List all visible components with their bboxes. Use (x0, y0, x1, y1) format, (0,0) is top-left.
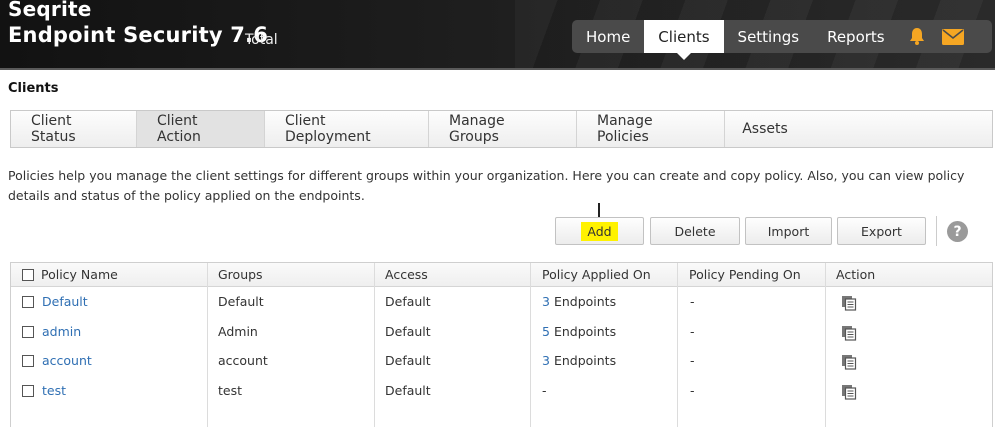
tab-client-deployment[interactable]: Client Deployment (265, 111, 429, 147)
client-tabs: Client Status Client Action Client Deplo… (10, 110, 993, 148)
policy-access: Default (385, 353, 431, 368)
table-header: Policy Name Groups Access Policy Applied… (11, 263, 992, 287)
copy-policy-icon[interactable] (841, 295, 857, 311)
col-policy-name[interactable]: Policy Name (31, 263, 118, 286)
nav-clients[interactable]: Clients (644, 20, 724, 60)
table-row: account account Default 3 Endpoints - (11, 346, 992, 376)
policy-group: account (218, 353, 268, 368)
applied-label: Endpoints (553, 324, 617, 339)
bell-icon (909, 28, 924, 45)
row-checkbox[interactable] (22, 296, 34, 308)
text-cursor (598, 203, 600, 217)
copy-policy-icon[interactable] (841, 325, 857, 341)
notifications-button[interactable] (899, 20, 935, 53)
copy-policy-icon[interactable] (841, 384, 857, 400)
main-nav: Home Clients Settings Reports (572, 20, 992, 60)
import-policy-button[interactable]: Import (745, 217, 832, 245)
col-policy-applied-on[interactable]: Policy Applied On (532, 263, 651, 286)
applied-label: Endpoints (553, 294, 617, 309)
policy-group: Default (218, 294, 264, 309)
col-groups[interactable]: Groups (208, 263, 263, 286)
policy-description: Policies help you manage the client sett… (8, 168, 965, 203)
table-row: admin Admin Default 5 Endpoints - (11, 317, 992, 347)
policy-name-link[interactable]: Default (42, 287, 88, 317)
help-icon[interactable]: ? (947, 221, 968, 242)
col-action: Action (836, 267, 876, 282)
delete-policy-button[interactable]: Delete (650, 217, 740, 245)
policy-pending-on: - (690, 294, 695, 309)
copy-policy-icon[interactable] (841, 354, 857, 370)
policy-pending-on: - (690, 353, 695, 368)
policy-group: Admin (218, 324, 258, 339)
policy-pending-on: - (690, 324, 695, 339)
nav-settings[interactable]: Settings (724, 20, 814, 53)
top-header: Seqrite Endpoint Security 7.6 Total Home… (0, 0, 995, 68)
policy-applied-on: 3 Endpoints (542, 346, 616, 376)
messages-button[interactable] (935, 20, 971, 53)
policy-applied-on: - (542, 376, 547, 406)
table-row: Default Default Default 3 Endpoints - (11, 287, 992, 317)
header-divider (0, 68, 995, 70)
tab-client-status[interactable]: Client Status (11, 111, 137, 147)
tab-manage-groups[interactable]: Manage Groups (429, 111, 577, 147)
policy-access: Default (385, 383, 431, 398)
applied-count-link[interactable]: 3 (542, 353, 550, 368)
nav-home[interactable]: Home (572, 20, 644, 53)
row-checkbox[interactable] (22, 355, 34, 367)
policy-group: test (218, 383, 243, 398)
applied-count-link[interactable]: 5 (542, 324, 550, 339)
page-title: Clients (8, 81, 59, 96)
policy-access: Default (385, 294, 431, 309)
mail-icon (941, 28, 964, 45)
policy-table: Policy Name Groups Access Policy Applied… (10, 262, 993, 427)
applied-label: - (542, 383, 547, 398)
table-row: test test Default - - (11, 376, 992, 406)
applied-label: Endpoints (553, 353, 617, 368)
row-checkbox[interactable] (22, 326, 34, 338)
brand-name: Seqrite (8, 0, 92, 21)
policy-access: Default (385, 324, 431, 339)
product-name: Endpoint Security 7.6 (8, 23, 269, 47)
policy-applied-on: 3 Endpoints (542, 287, 616, 317)
policy-name-link[interactable]: test (42, 376, 66, 406)
row-checkbox[interactable] (22, 385, 34, 397)
toolbar-divider (936, 216, 937, 246)
col-policy-pending-on[interactable]: Policy Pending On (679, 263, 801, 286)
tab-assets[interactable]: Assets (725, 111, 805, 147)
add-label: Add (581, 221, 618, 241)
tab-client-action[interactable]: Client Action (137, 111, 265, 147)
nav-reports[interactable]: Reports (813, 20, 899, 53)
tab-manage-policies[interactable]: Manage Policies (577, 111, 725, 147)
policy-name-link[interactable]: account (42, 346, 92, 376)
applied-count-link[interactable]: 3 (542, 294, 550, 309)
policy-pending-on: - (690, 383, 695, 398)
add-policy-button[interactable]: Add (555, 217, 644, 245)
edition-label: Total (245, 32, 278, 48)
export-policy-button[interactable]: Export (837, 217, 926, 245)
col-access[interactable]: Access (375, 263, 428, 286)
policy-name-link[interactable]: admin (42, 317, 81, 347)
policy-applied-on: 5 Endpoints (542, 317, 616, 347)
